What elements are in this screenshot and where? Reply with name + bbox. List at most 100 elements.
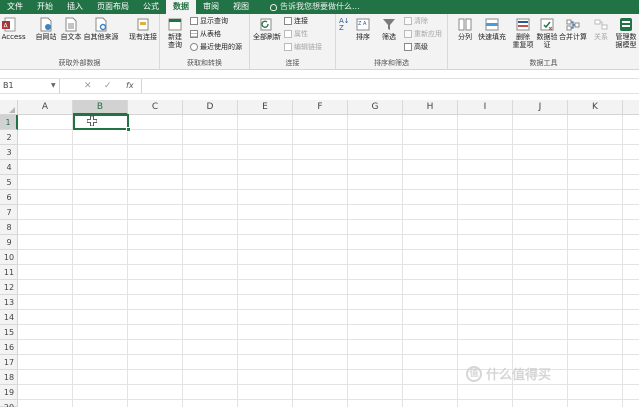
from-other-sources-button[interactable]: 自其他来源 (84, 16, 119, 41)
row-header[interactable]: 13 (0, 295, 18, 310)
clear-filter-button[interactable]: 清除 (404, 16, 428, 26)
text-to-columns-button[interactable]: 分列 (452, 16, 478, 41)
row-header[interactable]: 11 (0, 265, 18, 280)
text-to-columns-icon (457, 16, 473, 32)
from-access-button[interactable]: A 自 Access (0, 16, 26, 41)
tab-insert[interactable]: 插入 (60, 0, 90, 14)
tab-data[interactable]: 数据 (166, 0, 196, 14)
relationships-button[interactable]: 关系 (588, 16, 614, 41)
group-get-transform: 新建 查询 显示查询 从表格 最近使用的源 获取和转换 (160, 14, 250, 70)
group-sort-filter: A↓ Z Z A 排序 筛选 清除 重新应用 高级 排序和筛选 (336, 14, 448, 70)
watermark-badge: 值 (466, 365, 482, 382)
column-header-d[interactable]: D (183, 100, 238, 115)
tab-formulas[interactable]: 公式 (136, 0, 166, 14)
column-header-e[interactable]: E (238, 100, 293, 115)
chevron-down-icon[interactable]: ▼ (51, 79, 56, 93)
row-header[interactable]: 6 (0, 190, 18, 205)
row-header[interactable]: 1 (0, 115, 18, 130)
tab-review[interactable]: 审阅 (196, 0, 226, 14)
column-header-b[interactable]: B (73, 100, 128, 115)
new-query-button[interactable]: 新建 查询 (162, 16, 188, 49)
refresh-all-button[interactable]: 全部刷新 (253, 16, 281, 41)
column-header-i[interactable]: I (458, 100, 513, 115)
existing-connections-button[interactable]: 现有连接 (129, 16, 157, 41)
data-model-icon (618, 16, 634, 32)
ribbon-data: A 自 Access 自网站 自文本 自其他来源 现有连接 (0, 14, 639, 70)
sort-ascending-button[interactable]: A↓ Z (339, 17, 350, 32)
watermark: 值 什么值得买 (466, 364, 551, 383)
row-header[interactable]: 3 (0, 145, 18, 160)
row-header[interactable]: 12 (0, 280, 18, 295)
row-header[interactable]: 4 (0, 160, 18, 175)
group-label-external: 获取外部数据 (58, 59, 101, 67)
tab-view[interactable]: 视图 (226, 0, 256, 14)
other-sources-icon (93, 16, 109, 32)
formula-input[interactable] (141, 79, 639, 93)
properties-button[interactable]: 属性 (284, 29, 308, 39)
sort-button[interactable]: Z A 排序 (350, 16, 376, 41)
recent-sources-button[interactable]: 最近使用的源 (190, 42, 242, 52)
insert-function-button[interactable]: fx (126, 79, 134, 93)
column-headers: A B C D E F G H I J K (0, 100, 639, 115)
column-header-l-partial[interactable] (623, 100, 639, 115)
sort-az-icon: A↓ Z (339, 17, 350, 32)
column-header-f[interactable]: F (293, 100, 348, 115)
row-header[interactable]: 8 (0, 220, 18, 235)
row-header[interactable]: 14 (0, 310, 18, 325)
from-table-button[interactable]: 从表格 (190, 29, 221, 39)
reapply-icon (404, 30, 412, 38)
row-header[interactable]: 10 (0, 250, 18, 265)
cell-select-cursor-icon (87, 116, 97, 126)
row-header[interactable]: 7 (0, 205, 18, 220)
manage-data-model-button[interactable]: 管理数 据模型 (613, 16, 639, 49)
show-queries-button[interactable]: 显示查询 (190, 16, 228, 26)
group-label-data-tools: 数据工具 (529, 59, 558, 67)
row-header[interactable]: 16 (0, 340, 18, 355)
data-validation-button[interactable]: 数据验 证 (534, 16, 560, 49)
edit-links-button[interactable]: 编辑链接 (284, 42, 322, 52)
tab-home[interactable]: 开始 (30, 0, 60, 14)
svg-text:Z A: Z A (358, 21, 367, 27)
fill-handle[interactable] (126, 127, 131, 132)
flash-fill-button[interactable]: 快速填充 (478, 16, 506, 41)
column-header-a[interactable]: A (18, 100, 73, 115)
consolidate-button[interactable]: 合并计算 (559, 16, 587, 41)
watermark-text: 什么值得买 (486, 368, 552, 383)
cancel-icon[interactable]: ✕ (84, 79, 92, 93)
row-header[interactable]: 5 (0, 175, 18, 190)
column-header-k[interactable]: K (568, 100, 623, 115)
lightbulb-icon (270, 3, 277, 11)
reapply-button[interactable]: 重新应用 (404, 29, 442, 39)
new-query-icon (167, 16, 183, 32)
row-header[interactable]: 2 (0, 130, 18, 145)
row-header[interactable]: 20 (0, 400, 18, 407)
connections-button[interactable]: 连接 (284, 16, 308, 26)
enter-icon[interactable]: ✓ (104, 79, 112, 93)
row-header[interactable]: 9 (0, 235, 18, 250)
row-header[interactable]: 19 (0, 385, 18, 400)
tell-me-search[interactable]: 告诉我您想要做什么... (256, 0, 360, 14)
column-header-c[interactable]: C (128, 100, 183, 115)
filter-button[interactable]: 筛选 (376, 16, 402, 41)
show-queries-icon (190, 17, 198, 25)
column-header-h[interactable]: H (403, 100, 458, 115)
from-text-button[interactable]: 自文本 (58, 16, 84, 41)
group-get-external-data: A 自 Access 自网站 自文本 自其他来源 现有连接 (0, 14, 160, 70)
group-label-sort-filter: 排序和筛选 (374, 59, 409, 67)
row-header[interactable]: 15 (0, 325, 18, 340)
select-all-button[interactable] (0, 100, 18, 115)
advanced-filter-icon (404, 43, 412, 51)
consolidate-icon (565, 16, 581, 32)
row-header[interactable]: 17 (0, 355, 18, 370)
column-header-g[interactable]: G (348, 100, 403, 115)
row-header[interactable]: 18 (0, 370, 18, 385)
table-icon (190, 30, 198, 38)
active-cell[interactable] (73, 114, 131, 132)
tab-file[interactable]: 文件 (0, 0, 30, 14)
advanced-filter-button[interactable]: 高级 (404, 42, 428, 52)
from-web-button[interactable]: 自网站 (33, 16, 59, 41)
clear-filter-icon (404, 17, 412, 25)
remove-duplicates-button[interactable]: 删除 重复项 (510, 16, 536, 49)
tab-page-layout[interactable]: 页面布局 (90, 0, 136, 14)
column-header-j[interactable]: J (513, 100, 568, 115)
